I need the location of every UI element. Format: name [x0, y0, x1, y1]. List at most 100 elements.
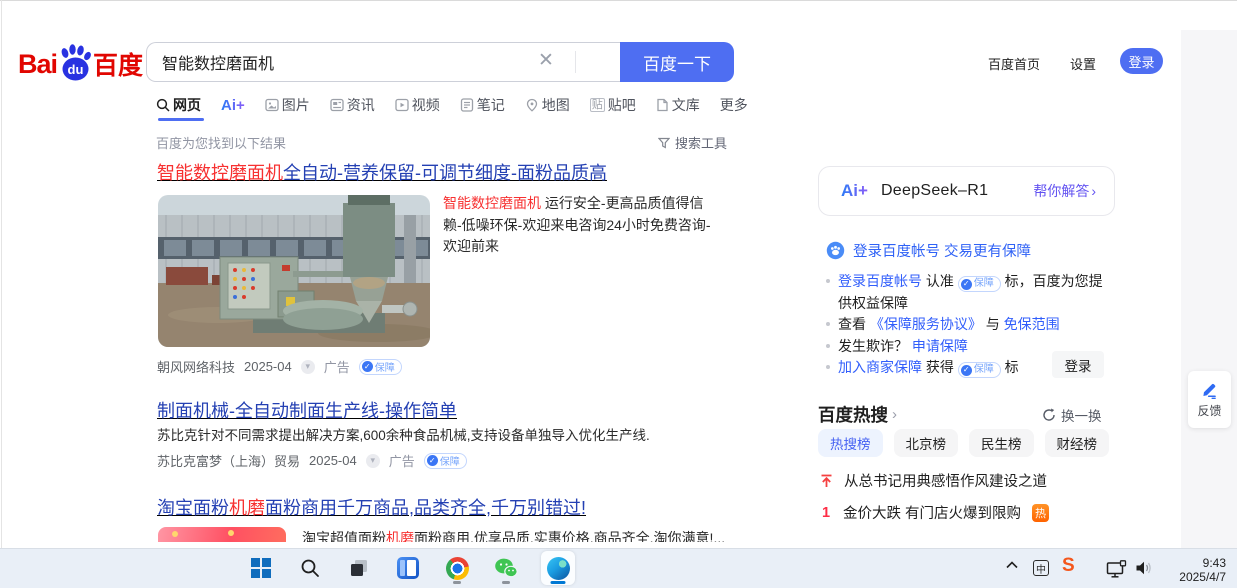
clock-time: 9:43 — [1202, 556, 1226, 570]
result2-source[interactable]: 苏比克富梦（上海）贸易 — [157, 451, 300, 470]
search-separator — [575, 51, 576, 73]
clock-date: 2025/4/7 — [1179, 570, 1226, 584]
hot-tab-finance[interactable]: 财经榜 — [1044, 429, 1109, 457]
tab-wenku[interactable]: 文库 — [656, 95, 700, 115]
exemption-scope-link[interactable]: 免保范围 — [1004, 316, 1060, 332]
hot-item-1[interactable]: 1 金价大跌 有门店火爆到限购 热 — [822, 502, 1050, 523]
funnel-icon — [658, 137, 670, 149]
feedback-button[interactable]: 反馈 — [1188, 371, 1231, 428]
right-gutter — [1181, 30, 1237, 548]
hot-search-refresh-button[interactable]: 换一换 — [1042, 405, 1102, 425]
ime-language-icon[interactable]: 中 — [1033, 560, 1049, 576]
hot-tab-beijing[interactable]: 北京榜 — [893, 429, 958, 457]
taskbar-center-icons — [247, 548, 575, 588]
tab-notes[interactable]: 笔记 — [460, 95, 505, 115]
note-icon — [460, 98, 473, 112]
search-tools-button[interactable]: 搜索工具 — [658, 133, 727, 152]
result3-title-link[interactable]: 淘宝面粉机磨面粉商用千万商品,品类齐全,千万别错过! — [157, 494, 586, 520]
result2-protection-badge[interactable]: ✓ 保障 — [423, 452, 467, 469]
image-icon — [265, 98, 279, 112]
machine-photo — [158, 195, 430, 347]
taskbar-search-button[interactable] — [296, 550, 324, 586]
volume-icon[interactable] — [1135, 560, 1155, 581]
chrome-icon — [445, 556, 469, 580]
result3-partial-row: 淘宝超值面粉机磨面粉商用,优享品质,实惠价格,商品齐全,淘你满意!... — [158, 527, 728, 542]
result2-date: 2025-04 — [309, 453, 357, 468]
result2-dropdown-icon[interactable]: ▾ — [365, 453, 380, 468]
bullet-dot — [826, 322, 830, 326]
tab-more[interactable]: 更多 — [720, 95, 748, 115]
taskbar-clock[interactable]: 9:43 2025/4/7 — [1158, 556, 1226, 584]
hot-search-title[interactable]: 百度热搜 › — [818, 402, 897, 427]
chrome-button[interactable] — [443, 550, 471, 586]
network-icon[interactable] — [1106, 560, 1128, 583]
sogou-input-icon[interactable]: S — [1062, 555, 1075, 577]
protection-header[interactable]: 登录百度帐号 交易更有保障 — [826, 240, 1031, 261]
join-merchant-protection-link[interactable]: 加入商家保障 — [838, 359, 922, 375]
baidu-home-link[interactable]: 百度首页 — [988, 54, 1040, 73]
bullet-dot — [826, 279, 830, 283]
tray-show-hidden-icons[interactable] — [1005, 558, 1019, 576]
tab-tieba[interactable]: 贴 贴吧 — [589, 95, 636, 115]
hot-item-pinned[interactable]: 从总书记用典感悟作风建设之道 — [820, 470, 1047, 491]
result3-thumbnail-image[interactable] — [158, 527, 286, 542]
login-account-link[interactable]: 登录百度帐号 — [838, 273, 922, 289]
baidu-paw-icon: du — [61, 44, 91, 81]
header-login-button[interactable]: 登录 — [1120, 48, 1163, 74]
task-view-icon — [351, 560, 367, 576]
protection-badge: ✓ 保障 — [957, 362, 1001, 378]
sidebar-login-button[interactable]: 登录 — [1052, 351, 1104, 378]
result1-protection-badge[interactable]: ✓ 保障 — [358, 358, 402, 375]
baidu-logo[interactable]: Bai du 百度 — [18, 44, 143, 84]
result1-title-link[interactable]: 智能数控磨面机全自动-营养保留-可调节细度-面粉品质高 — [157, 159, 607, 185]
check-icon: ✓ — [960, 364, 972, 376]
tieba-icon: 贴 — [589, 98, 605, 112]
settings-link[interactable]: 设置 — [1070, 54, 1096, 73]
start-button[interactable] — [247, 550, 275, 586]
search-type-tabs: 网页 Ai+ 图片 资讯 视频 笔记 地图 贴 贴吧 文库 更多 — [156, 92, 748, 118]
tab-web[interactable]: 网页 — [156, 95, 201, 115]
result1-thumbnail-image[interactable] — [158, 195, 430, 347]
refresh-icon — [1043, 408, 1055, 421]
task-view-button[interactable] — [345, 550, 373, 586]
document-icon — [657, 98, 668, 112]
results-count-text: 百度为您找到以下结果 — [156, 136, 287, 151]
protection-item-1: 登录百度帐号 认准 ✓ 保障 标，百度为您提供权益保障 — [826, 270, 1104, 314]
result2-description: 苏比克针对不同需求提出解决方案,600余种食品机械,支持设备单独导入优化生产线. — [157, 428, 650, 443]
deepseek-cta-link[interactable]: 帮你解答 › — [1033, 181, 1096, 201]
wechat-button[interactable] — [492, 550, 520, 586]
hot-tab-livelihood[interactable]: 民生榜 — [969, 429, 1034, 457]
window-left-border — [1, 0, 2, 548]
chevron-right-icon: › — [892, 406, 897, 423]
apply-protection-link[interactable]: 申请保障 — [912, 338, 968, 354]
running-indicator — [502, 581, 510, 584]
running-indicator — [453, 581, 461, 584]
deepseek-model-name: DeepSeek–R1 — [880, 182, 989, 199]
tab-news[interactable]: 资讯 — [330, 95, 375, 115]
service-agreement-link[interactable]: 《保障服务协议》 — [870, 316, 982, 332]
tab-videos[interactable]: 视频 — [395, 95, 440, 115]
blue-app-icon — [397, 557, 419, 579]
result1-dropdown-icon[interactable]: ▾ — [300, 359, 315, 374]
hot-tab-trending[interactable]: 热搜榜 — [818, 429, 883, 457]
deepseek-card[interactable]: Ai+ DeepSeek–R1 帮你解答 › — [818, 166, 1115, 216]
baidu-search-button[interactable]: 百度一下 — [620, 42, 734, 82]
tab-ai[interactable]: Ai+ — [221, 97, 245, 114]
edge-icon — [546, 556, 570, 580]
search-icon — [156, 98, 170, 112]
hot-search-tabs: 热搜榜 北京榜 民生榜 财经榜 — [818, 429, 1109, 457]
pencil-icon — [1203, 383, 1216, 399]
baidu-logo-text-cn: 百度 — [93, 52, 144, 80]
tab-maps[interactable]: 地图 — [525, 95, 570, 115]
protection-item-4: 加入商家保障 获得 ✓ 保障 标 — [826, 356, 1019, 378]
chevron-up-icon — [1006, 561, 1018, 569]
check-icon: ✓ — [960, 278, 972, 290]
baidu-search-page: Bai du 百度 ✕ 百度一下 百度首页 设置 登录 网页 Ai+ 图片 — [0, 0, 1237, 588]
edge-button-active[interactable] — [541, 551, 575, 585]
clear-search-icon[interactable]: ✕ — [538, 50, 554, 72]
tab-images[interactable]: 图片 — [265, 95, 310, 115]
result2-title-link[interactable]: 制面机械-全自动制面生产线-操作简单 — [157, 397, 457, 423]
result1-source[interactable]: 朝风网络科技 — [157, 357, 235, 376]
search-input[interactable] — [162, 44, 532, 80]
pinned-blue-app-button[interactable] — [394, 550, 422, 586]
